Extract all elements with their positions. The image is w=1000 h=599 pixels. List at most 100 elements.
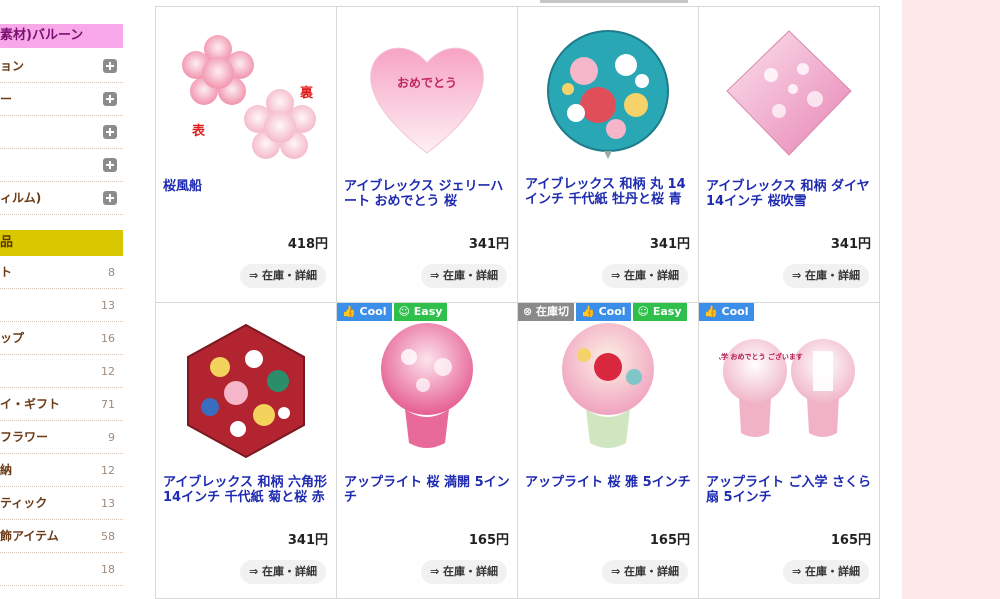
sidebar-item-label: ップ bbox=[0, 331, 25, 345]
sidebar-item[interactable]: ップ 16 bbox=[0, 322, 123, 355]
stock-detail-button[interactable]: ⇒ 在庫・詳細 bbox=[602, 560, 688, 584]
sidebar-item-label: ー bbox=[0, 92, 13, 106]
expand-plus-icon[interactable] bbox=[103, 92, 117, 106]
sidebar-item-count: 13 bbox=[101, 299, 115, 312]
product-card[interactable]: アイブレックス 和柄 ダイヤ 14インチ 桜吹雪 341円 ⇒ 在庫・詳細 bbox=[699, 7, 880, 303]
cool-badge-label: Cool bbox=[721, 305, 749, 318]
product-image[interactable] bbox=[176, 321, 316, 461]
out-of-stock-badge-label: 在庫切 bbox=[536, 305, 570, 318]
easy-badge-label: Easy bbox=[413, 305, 443, 318]
product-badges: ⊗ 在庫切 👍 Cool ☺ Easy bbox=[518, 303, 687, 321]
cool-badge: 👍 Cool bbox=[699, 303, 754, 321]
easy-badge: ☺ Easy bbox=[393, 303, 448, 321]
sidebar-item-count: 71 bbox=[101, 398, 115, 411]
sidebar-item-label: ト bbox=[0, 265, 13, 279]
product-card[interactable]: アイブレックス 和柄 六角形 14インチ 千代紙 菊と桜 赤 341円 ⇒ 在庫… bbox=[156, 303, 337, 599]
front-label: 表 bbox=[191, 123, 206, 139]
sidebar-item[interactable]: ー bbox=[0, 83, 123, 116]
sidebar-item[interactable]: イ・ギフト 71 bbox=[0, 388, 123, 421]
sidebar-item[interactable]: 18 bbox=[0, 553, 123, 586]
sidebar-item-count: 9 bbox=[108, 431, 115, 444]
expand-plus-icon[interactable] bbox=[103, 125, 117, 139]
cool-badge: 👍 Cool bbox=[576, 303, 631, 321]
product-price: 341円 bbox=[830, 237, 871, 252]
product-image[interactable]: ご入学 おめでとう ございます bbox=[719, 321, 859, 461]
sidebar-item[interactable] bbox=[0, 149, 123, 182]
category-sidebar: 素材)バルーン ョン ー ィルム) 品 ト 8 13 ップ 16 12 イ・ギフ… bbox=[0, 0, 123, 599]
sidebar-item[interactable]: 12 bbox=[0, 355, 123, 388]
back-label: 裏 bbox=[299, 85, 314, 101]
product-price: 165円 bbox=[830, 533, 871, 548]
stock-detail-button[interactable]: ⇒ 在庫・詳細 bbox=[421, 560, 507, 584]
product-name-link[interactable]: アップライト ご入学 さくら扇 5インチ bbox=[706, 475, 874, 505]
product-price: 341円 bbox=[287, 533, 328, 548]
product-image[interactable] bbox=[538, 321, 678, 461]
product-price: 341円 bbox=[468, 237, 509, 252]
product-image[interactable] bbox=[719, 25, 859, 165]
product-name-link[interactable]: アイブレックス 和柄 六角形 14インチ 千代紙 菊と桜 赤 bbox=[163, 475, 331, 505]
sidebar-item-label: 飾アイテム bbox=[0, 529, 59, 543]
stock-detail-button[interactable]: ⇒ 在庫・詳細 bbox=[783, 560, 869, 584]
sidebar-item[interactable]: ィルム) bbox=[0, 182, 123, 215]
sidebar-item[interactable]: 飾アイテム 58 bbox=[0, 520, 123, 553]
sidebar-item-count: 58 bbox=[101, 530, 115, 543]
cool-badge-label: Cool bbox=[359, 305, 387, 318]
product-image[interactable]: 表 裏 bbox=[176, 25, 316, 165]
product-name-link[interactable]: アイブレックス ジェリーハート おめでとう 桜 bbox=[344, 179, 512, 209]
stock-detail-button[interactable]: ⇒ 在庫・詳細 bbox=[783, 264, 869, 288]
sidebar-item-label: イ・ギフト bbox=[0, 397, 61, 411]
sidebar-item[interactable] bbox=[0, 116, 123, 149]
sidebar-item[interactable]: ティック 13 bbox=[0, 487, 123, 520]
product-card[interactable]: ⊗ 在庫切 👍 Cool ☺ Easy アップライト 桜 雅 5インチ 165円… bbox=[518, 303, 699, 599]
stock-detail-button[interactable]: ⇒ 在庫・詳細 bbox=[602, 264, 688, 288]
easy-badge-label: Easy bbox=[652, 305, 682, 318]
sidebar-item-label: 納 bbox=[0, 463, 13, 477]
product-card[interactable]: 👍 Cool ご入学 おめでとう ございます アップライト ご入学 さくら扇 5… bbox=[699, 303, 880, 599]
page: 素材)バルーン ョン ー ィルム) 品 ト 8 13 ップ 16 12 イ・ギフ… bbox=[0, 0, 1000, 599]
product-card[interactable]: 👍 Cool ☺ Easy アップライト 桜 満開 5インチ 165円 ⇒ 在庫… bbox=[337, 303, 518, 599]
product-badges: 👍 Cool bbox=[699, 303, 754, 321]
sidebar-item-label: ョン bbox=[0, 59, 25, 73]
sidebar-item-count: 8 bbox=[108, 266, 115, 279]
stock-detail-button[interactable]: ⇒ 在庫・詳細 bbox=[240, 264, 326, 288]
product-image[interactable] bbox=[357, 321, 497, 461]
sidebar-item[interactable]: 13 bbox=[0, 289, 123, 322]
product-card[interactable]: 表 裏 桜風船 418円 ⇒ 在庫・詳細 bbox=[156, 7, 337, 303]
heart-balloon-text: おめでとう bbox=[397, 76, 457, 90]
sidebar-item-count: 16 bbox=[101, 332, 115, 345]
sidebar-item[interactable]: ョン bbox=[0, 50, 123, 83]
product-name-link[interactable]: 桜風船 bbox=[163, 179, 331, 194]
product-card[interactable]: おめでとう アイブレックス ジェリーハート おめでとう 桜 341円 ⇒ 在庫・… bbox=[337, 7, 518, 303]
product-image[interactable] bbox=[538, 25, 678, 165]
stock-detail-button[interactable]: ⇒ 在庫・詳細 bbox=[240, 560, 326, 584]
sidebar-item-label: ティック bbox=[0, 496, 48, 510]
sidebar-item-count: 18 bbox=[101, 563, 115, 576]
product-card[interactable]: アイブレックス 和柄 丸 14インチ 千代紙 牡丹と桜 青 341円 ⇒ 在庫・… bbox=[518, 7, 699, 303]
sidebar-heading-balloon: 素材)バルーン bbox=[0, 24, 123, 48]
expand-plus-icon[interactable] bbox=[103, 191, 117, 205]
balloon-message: ご入学 おめでとう ございます bbox=[719, 352, 803, 361]
sidebar-item-count: 13 bbox=[101, 497, 115, 510]
out-of-stock-badge: ⊗ 在庫切 bbox=[518, 303, 575, 321]
sidebar-item[interactable]: 納 12 bbox=[0, 454, 123, 487]
product-name-link[interactable]: アップライト 桜 雅 5インチ bbox=[525, 475, 693, 490]
product-price: 165円 bbox=[649, 533, 690, 548]
sidebar-heading-goods: 品 bbox=[0, 230, 123, 256]
sidebar-item-count: 12 bbox=[101, 365, 115, 378]
expand-plus-icon[interactable] bbox=[103, 158, 117, 172]
cool-badge: 👍 Cool bbox=[337, 303, 392, 321]
sidebar-item[interactable]: ト 8 bbox=[0, 256, 123, 289]
product-price: 418円 bbox=[287, 237, 328, 252]
product-name-link[interactable]: アイブレックス 和柄 ダイヤ 14インチ 桜吹雪 bbox=[706, 179, 874, 209]
product-name-link[interactable]: アイブレックス 和柄 丸 14インチ 千代紙 牡丹と桜 青 bbox=[525, 177, 693, 207]
product-badges: 👍 Cool ☺ Easy bbox=[337, 303, 448, 321]
sidebar-item-label: フラワー bbox=[0, 430, 49, 444]
sidebar-item[interactable]: フラワー 9 bbox=[0, 421, 123, 454]
product-image[interactable]: おめでとう bbox=[357, 25, 497, 165]
product-name-link[interactable]: アップライト 桜 満開 5インチ bbox=[344, 475, 512, 505]
expand-plus-icon[interactable] bbox=[103, 59, 117, 73]
top-scroll-indicator bbox=[540, 0, 688, 3]
stock-detail-button[interactable]: ⇒ 在庫・詳細 bbox=[421, 264, 507, 288]
cool-badge-label: Cool bbox=[598, 305, 626, 318]
product-price: 165円 bbox=[468, 533, 509, 548]
